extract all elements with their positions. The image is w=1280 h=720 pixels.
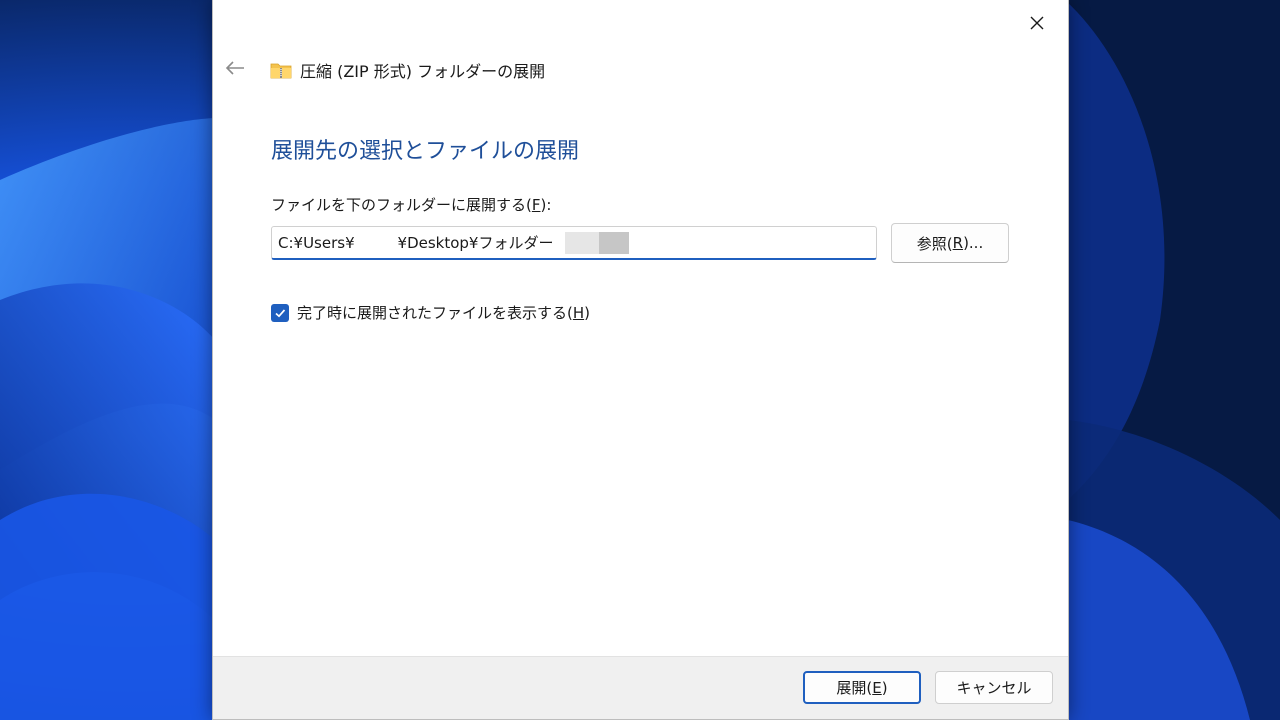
destination-label-suffix: ):	[540, 196, 552, 214]
destination-label-prefix: ファイルを下のフォルダーに展開する(	[271, 196, 532, 214]
dialog-footer: 展開(E) キャンセル	[213, 656, 1068, 719]
page-heading: 展開先の選択とファイルの展開	[271, 139, 580, 164]
show-files-label[interactable]: 完了時に展開されたファイルを表示する(H)	[297, 302, 590, 323]
browse-label-accesskey: R	[952, 234, 964, 252]
extract-label-prefix: 展開(	[836, 679, 873, 697]
show-files-label-prefix: 完了時に展開されたファイルを表示する(	[297, 304, 573, 322]
cancel-button[interactable]: キャンセル	[935, 671, 1053, 704]
show-files-label-suffix: )	[584, 304, 590, 322]
extract-label-accesskey: E	[872, 678, 882, 697]
browse-label-prefix: 参照(	[916, 234, 953, 253]
browse-button[interactable]: 参照(R)...	[891, 223, 1009, 263]
cancel-label: キャンセル	[956, 679, 1032, 697]
destination-label-accesskey: F	[531, 196, 541, 214]
show-files-label-accesskey: H	[572, 304, 585, 322]
destination-label: ファイルを下のフォルダーに展開する(F):	[271, 194, 551, 215]
redacted-username-block	[599, 232, 629, 254]
browse-label-suffix: )...	[963, 234, 984, 252]
window-title: 圧縮 (ZIP 形式) フォルダーの展開	[300, 62, 546, 81]
show-files-checkbox[interactable]	[271, 304, 289, 322]
extract-button[interactable]: 展開(E)	[803, 671, 921, 704]
extract-label-suffix: )	[881, 678, 888, 697]
close-icon	[1030, 16, 1044, 30]
extract-dialog: 圧縮 (ZIP 形式) フォルダーの展開 展開先の選択とファイルの展開 ファイル…	[212, 0, 1069, 720]
arrow-left-icon	[225, 61, 244, 75]
back-button[interactable]	[223, 56, 247, 80]
checkmark-icon	[275, 309, 286, 318]
close-button[interactable]	[1016, 8, 1058, 38]
zip-folder-icon	[270, 63, 292, 79]
redacted-username-block	[565, 232, 599, 254]
